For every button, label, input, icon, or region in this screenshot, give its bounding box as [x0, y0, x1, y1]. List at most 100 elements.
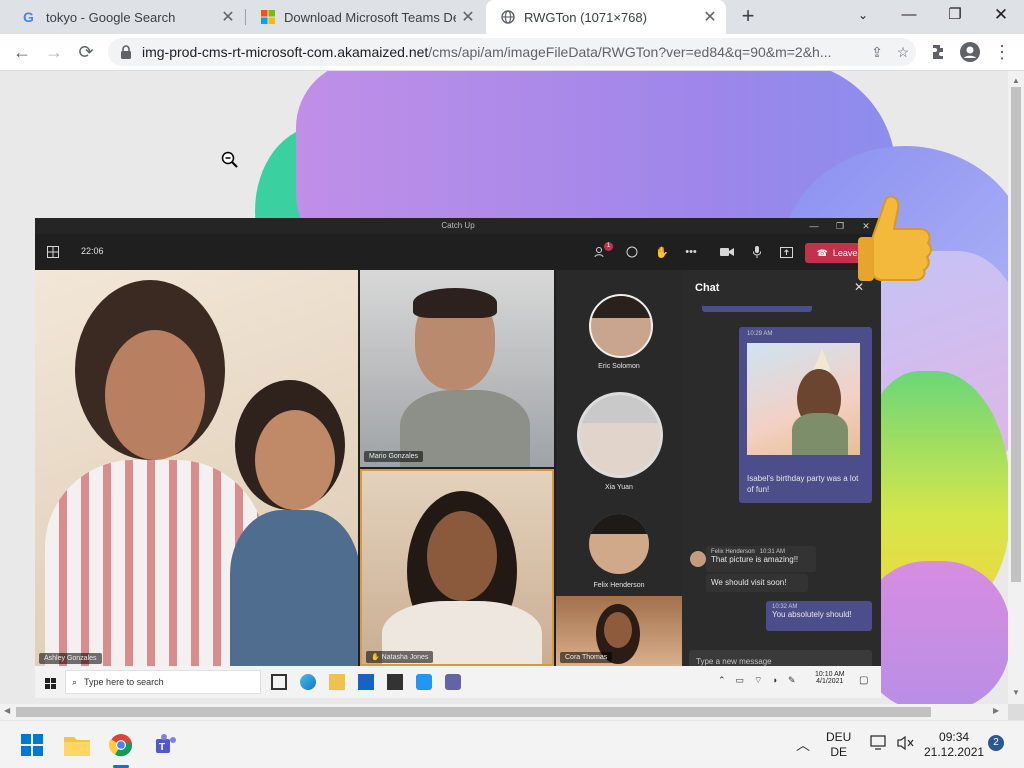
forward-button[interactable]: → — [40, 38, 68, 66]
language-code: DEU — [826, 730, 852, 744]
leave-label: Leave — [832, 248, 858, 258]
tab-title: RWGTon (1071×768) — [524, 9, 647, 25]
store-icon — [387, 674, 403, 690]
video-tile-natasha: ✋ Natasha Jones — [360, 469, 554, 666]
volume-muted-icon[interactable] — [897, 735, 915, 755]
clock-time: 09:34 — [939, 730, 970, 744]
chat-header: Chat — [695, 282, 720, 294]
message-text: That picture is amazing!! — [711, 555, 799, 564]
tab-title: tokyo - Google Search — [46, 9, 176, 25]
show-hidden-icons-button[interactable]: ︿ — [796, 735, 810, 755]
raise-hand-indicator-icon: ✋ — [371, 654, 382, 661]
address-bar[interactable]: img-prod-cms-rt-microsoft-com.akamaized.… — [108, 38, 916, 66]
meeting-controls-bar: 22:06 1 ✋ ••• ☎ Leave — [35, 234, 881, 270]
message-text: We should visit soon! — [711, 578, 787, 587]
bookmark-star-icon[interactable]: ☆ — [890, 44, 916, 61]
windows-start-icon — [45, 676, 56, 694]
birthday-photo — [747, 343, 860, 455]
scroll-up-arrow-icon[interactable]: ▲ — [1012, 76, 1020, 85]
video-tile-cora: Cora Thomas — [556, 596, 682, 666]
mail-icon — [358, 674, 374, 690]
share-icon[interactable]: ⇪ — [864, 44, 890, 61]
close-tab-icon[interactable]: ✕ — [698, 7, 722, 27]
scroll-left-arrow-icon[interactable]: ◀ — [4, 706, 10, 715]
task-view-icon — [271, 674, 287, 690]
chat-panel: Chat ✕ 10:29 AM Isabel's birthday party … — [682, 270, 881, 674]
video-tile-mario: Mario Gonzales — [360, 270, 554, 467]
vertical-scrollbar[interactable]: ▲ ▼ — [1008, 71, 1024, 704]
chrome-taskbar-icon[interactable] — [103, 727, 139, 763]
url-host: img-prod-cms-rt-microsoft-com.akamaized.… — [142, 44, 429, 60]
person-face — [427, 511, 497, 601]
microphone-icon — [749, 244, 765, 260]
teams-minimize-icon: — — [809, 221, 819, 231]
chat-bubble-icon — [624, 244, 640, 260]
thumbs-up-icon — [856, 191, 938, 296]
phone-icon — [416, 674, 432, 690]
notification-badge[interactable]: 2 — [988, 735, 1004, 751]
image-message-bubble: 10:29 AM Isabel's birthday party was a l… — [739, 327, 872, 503]
tile-name-cora: Cora Thomas — [560, 652, 613, 663]
scrollbar-corner — [1008, 704, 1024, 720]
teams-taskbar-icon[interactable]: T — [148, 727, 184, 763]
reload-button[interactable]: ⟳ — [72, 38, 100, 66]
clock[interactable]: 09:34 21.12.2021 — [924, 730, 984, 760]
close-window-button[interactable]: ✕ — [978, 0, 1024, 30]
vertical-scroll-thumb[interactable] — [1011, 87, 1021, 582]
tab-rwgton[interactable]: RWGTon (1071×768) ✕ — [486, 0, 726, 34]
profile-avatar[interactable] — [956, 38, 984, 66]
back-button[interactable]: ← — [8, 38, 36, 66]
participant-name: Xia Yuan — [605, 484, 633, 491]
close-tab-icon[interactable]: ✕ — [216, 7, 240, 27]
person-face — [105, 330, 205, 460]
start-button[interactable] — [14, 727, 50, 763]
tab-title: Download Microsoft Teams Desk — [284, 9, 456, 25]
tab-google-search[interactable]: G tokyo - Google Search ✕ — [8, 0, 244, 34]
taskbar: T ︿ DEU DE 09:34 21.12.2021 — [0, 720, 1024, 768]
microsoft-icon — [260, 9, 276, 25]
tab-teams-download[interactable]: Download Microsoft Teams Desk ✕ — [246, 0, 484, 34]
horizontal-scroll-thumb[interactable] — [16, 707, 931, 717]
previous-message-edge — [702, 306, 812, 312]
share-screen-icon — [778, 244, 794, 260]
network-icon[interactable] — [870, 735, 888, 755]
participant-name: Eric Solomon — [598, 363, 640, 370]
input-language-indicator[interactable]: DEU DE — [826, 730, 851, 760]
person-hair — [413, 288, 497, 318]
teams-meeting-image: Catch Up — ❐ ✕ 22:06 1 ✋ ••• ☎ Leave Ash… — [35, 218, 881, 698]
scroll-down-arrow-icon[interactable]: ▼ — [1012, 688, 1020, 697]
maximize-button[interactable]: ❐ — [932, 0, 978, 30]
inner-clock-time: 10:10 AM — [815, 671, 845, 678]
tab-search-icon[interactable]: ⌄ — [840, 0, 886, 30]
horizontal-scrollbar[interactable]: ◀ ▶ — [0, 704, 1008, 720]
lock-icon — [120, 45, 134, 59]
party-hat — [813, 349, 831, 371]
browser-toolbar: ← → ⟳ img-prod-cms-rt-microsoft-com.akam… — [0, 34, 1024, 71]
avatar-eric-solomon — [589, 294, 653, 358]
teams-window-title: Catch Up — [35, 218, 881, 234]
tile-name-mario: Mario Gonzales — [364, 451, 424, 462]
file-explorer-icon — [329, 674, 345, 690]
file-explorer-taskbar-icon[interactable] — [59, 727, 95, 763]
child-face — [255, 410, 335, 510]
extensions-icon[interactable] — [924, 38, 952, 66]
close-tab-icon[interactable]: ✕ — [456, 7, 480, 27]
background-blob-pink — [860, 561, 1008, 704]
new-tab-button[interactable]: + — [736, 5, 760, 29]
zoom-out-cursor-icon — [221, 151, 239, 174]
message-text: You absolutely should! — [772, 610, 852, 619]
avatar-hair — [591, 296, 651, 318]
google-icon: G — [22, 9, 38, 25]
tile-name-natasha-text: Natasha Jones — [381, 654, 429, 661]
menu-kebab-icon[interactable]: ⋮ — [988, 38, 1016, 66]
participants-badge: 1 — [604, 242, 613, 251]
scroll-right-arrow-icon[interactable]: ▶ — [993, 706, 999, 715]
raise-hand-icon: ✋ — [655, 246, 669, 259]
tab-strip: G tokyo - Google Search ✕ Download Micro… — [0, 0, 1024, 34]
minimize-button[interactable]: — — [886, 0, 932, 30]
camera-icon — [719, 244, 735, 260]
girl-shirt — [792, 413, 848, 455]
message-time: 10:29 AM — [747, 331, 773, 337]
inner-notification-icon: ▢ — [859, 675, 869, 686]
phone-hangup-icon: ☎ — [816, 247, 828, 258]
